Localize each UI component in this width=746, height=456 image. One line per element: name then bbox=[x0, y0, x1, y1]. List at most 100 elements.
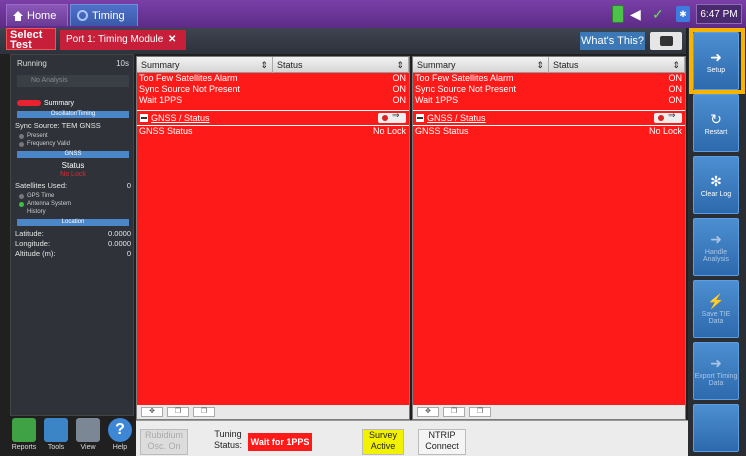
view-button[interactable]: View bbox=[74, 418, 102, 456]
result-row: Wait 1PPS ON bbox=[415, 95, 682, 105]
select-test-button[interactable]: Select Test bbox=[6, 28, 56, 51]
battery-icon bbox=[612, 5, 624, 23]
section-gnss[interactable]: GNSS bbox=[17, 151, 129, 158]
section-oscillator[interactable]: Oscillator/Timing bbox=[17, 111, 129, 118]
pane-header: Summary ⇕ Status ⇕ bbox=[137, 57, 409, 73]
analysis-button[interactable]: No Analysis bbox=[17, 75, 129, 87]
history-item[interactable]: History bbox=[19, 209, 129, 215]
category-select[interactable]: Summary ⇕ bbox=[137, 57, 273, 73]
pin-icon[interactable] bbox=[654, 110, 682, 123]
run-time: 10s bbox=[116, 59, 129, 68]
left-info-panel: Running 10s No Analysis Summary Oscillat… bbox=[10, 54, 134, 416]
latitude-row: Latitude: 0.0000 bbox=[15, 229, 131, 238]
result-row: Wait 1PPS ON bbox=[139, 95, 406, 105]
timing-tab-label: Timing bbox=[92, 9, 125, 22]
bluetooth-icon[interactable]: ✱ bbox=[676, 6, 690, 22]
rubidium-osc-indicator: Rubidium Osc. On bbox=[140, 429, 188, 455]
clear-log-button[interactable]: ✻ Clear Log bbox=[693, 156, 739, 214]
export-timing-data-button[interactable]: ➜ Export Timing Data bbox=[693, 342, 739, 400]
pane-footer: ✥ ❐ ❐ bbox=[413, 405, 685, 419]
result-row: Sync Source Not Present ON bbox=[139, 84, 406, 94]
paste-icon[interactable]: ❐ bbox=[193, 407, 215, 417]
port-tab-label: Port 1: Timing Module bbox=[66, 34, 164, 45]
antenna-system-indicator: Antenna System bbox=[19, 201, 129, 207]
reports-icon bbox=[12, 418, 36, 442]
network-check-icon: ✓ bbox=[652, 6, 664, 22]
tuning-status-label: Tuning Status: bbox=[213, 429, 242, 450]
help-button[interactable]: ? Help bbox=[106, 418, 134, 456]
port-tab[interactable]: Port 1: Timing Module ✕ bbox=[60, 30, 186, 50]
copy-icon[interactable]: ❐ bbox=[443, 407, 465, 417]
top-status-bar: Home Timing ◀ ✓ ✱ 6:47 PM bbox=[0, 0, 746, 28]
tools-icon bbox=[44, 418, 68, 442]
timing-app-screen: Home Timing ◀ ✓ ✱ 6:47 PM Select Test Po… bbox=[0, 0, 746, 456]
restart-icon: ↻ bbox=[710, 110, 722, 127]
section-location[interactable]: Location bbox=[17, 219, 129, 226]
camera-icon[interactable] bbox=[650, 32, 682, 50]
chevron-down-icon: ⇕ bbox=[260, 60, 268, 70]
clock-icon bbox=[77, 10, 88, 21]
tuning-status-badge: Wait for 1PPS bbox=[248, 433, 312, 451]
bottom-status-bar: Rubidium Osc. On Tuning Status: Wait for… bbox=[136, 420, 688, 456]
result-row: GNSS Status No Lock bbox=[415, 126, 682, 136]
lightning-icon: ⚡ bbox=[707, 293, 725, 309]
chevron-down-icon: ⇕ bbox=[536, 60, 544, 70]
close-icon[interactable]: ✕ bbox=[168, 34, 176, 45]
view-select[interactable]: Status ⇕ bbox=[273, 57, 409, 73]
sync-source-label: Sync Source: TEM GNSS bbox=[15, 121, 101, 130]
home-tab[interactable]: Home bbox=[6, 4, 68, 26]
pin-icon[interactable] bbox=[378, 110, 406, 123]
clock-time: 6:47 PM bbox=[696, 4, 742, 24]
collapse-icon[interactable] bbox=[416, 114, 424, 122]
satellites-row: Satellites Used: 0 bbox=[15, 181, 131, 190]
led-icon bbox=[19, 141, 24, 147]
whats-this-button[interactable]: What's This? bbox=[580, 32, 645, 50]
result-row: GNSS Status No Lock bbox=[139, 126, 406, 136]
run-state: Running 10s bbox=[17, 59, 129, 73]
result-pane-left: Summary ⇕ Status ⇕ Too Few Satellites Al… bbox=[136, 56, 410, 420]
gnss-status-group[interactable]: GNSS / Status bbox=[413, 110, 685, 126]
category-select[interactable]: Summary ⇕ bbox=[413, 57, 549, 73]
survey-active-indicator: Survey Active bbox=[362, 429, 404, 455]
tools-button[interactable]: Tools bbox=[42, 418, 70, 456]
expand-icon[interactable]: ✥ bbox=[141, 407, 163, 417]
gnss-status-group[interactable]: GNSS / Status bbox=[137, 110, 409, 126]
status-value: No Lock bbox=[60, 171, 86, 178]
copy-icon[interactable]: ❐ bbox=[167, 407, 189, 417]
pane-footer: ✥ ❐ ❐ bbox=[137, 405, 409, 419]
reports-button[interactable]: Reports bbox=[10, 418, 38, 456]
led-icon bbox=[19, 201, 24, 207]
home-icon bbox=[13, 10, 23, 21]
system-tray: ◀ ✓ ✱ bbox=[612, 5, 690, 23]
chevron-down-icon: ⇕ bbox=[672, 60, 680, 70]
paste-icon[interactable]: ❐ bbox=[469, 407, 491, 417]
led-icon bbox=[19, 193, 24, 199]
alarm-indicator bbox=[17, 100, 41, 106]
collapse-icon[interactable] bbox=[140, 114, 148, 122]
ntrip-connect-button[interactable]: NTRIP Connect bbox=[418, 429, 466, 455]
bottom-tools: Reports Tools View ? Help bbox=[10, 418, 134, 456]
arrow-right-icon: ➜ bbox=[710, 355, 722, 371]
setup-highlight bbox=[689, 28, 745, 94]
arrow-right-icon: ➜ bbox=[710, 231, 722, 247]
action-rail: ➜ Setup ↻ Restart ✻ Clear Log ➜ Handle A… bbox=[688, 28, 746, 456]
expand-icon[interactable]: ✥ bbox=[417, 407, 439, 417]
empty-rail-button bbox=[693, 404, 739, 452]
summary-item[interactable]: Summary bbox=[17, 99, 127, 107]
present-indicator: Present bbox=[19, 133, 129, 139]
clear-icon: ✻ bbox=[710, 172, 722, 189]
save-tie-data-button[interactable]: ⚡ Save TIE Data bbox=[693, 280, 739, 338]
longitude-row: Longitude: 0.0000 bbox=[15, 239, 131, 248]
gps-time-indicator: GPS Time bbox=[19, 193, 129, 199]
volume-icon[interactable]: ◀ bbox=[630, 6, 646, 22]
view-icon bbox=[76, 418, 100, 442]
sync-source-row: Sync Source: TEM GNSS bbox=[15, 121, 131, 130]
restart-button[interactable]: ↻ Restart bbox=[693, 94, 739, 152]
timing-tab[interactable]: Timing bbox=[70, 4, 138, 26]
view-select[interactable]: Status ⇕ bbox=[549, 57, 685, 73]
chevron-down-icon: ⇕ bbox=[396, 60, 404, 70]
altitude-row: Altitude (m): 0 bbox=[15, 249, 131, 258]
result-row: Too Few Satellites Alarm ON bbox=[415, 73, 682, 83]
run-state-label: Running bbox=[17, 59, 47, 68]
handle-analysis-button[interactable]: ➜ Handle Analysis bbox=[693, 218, 739, 276]
